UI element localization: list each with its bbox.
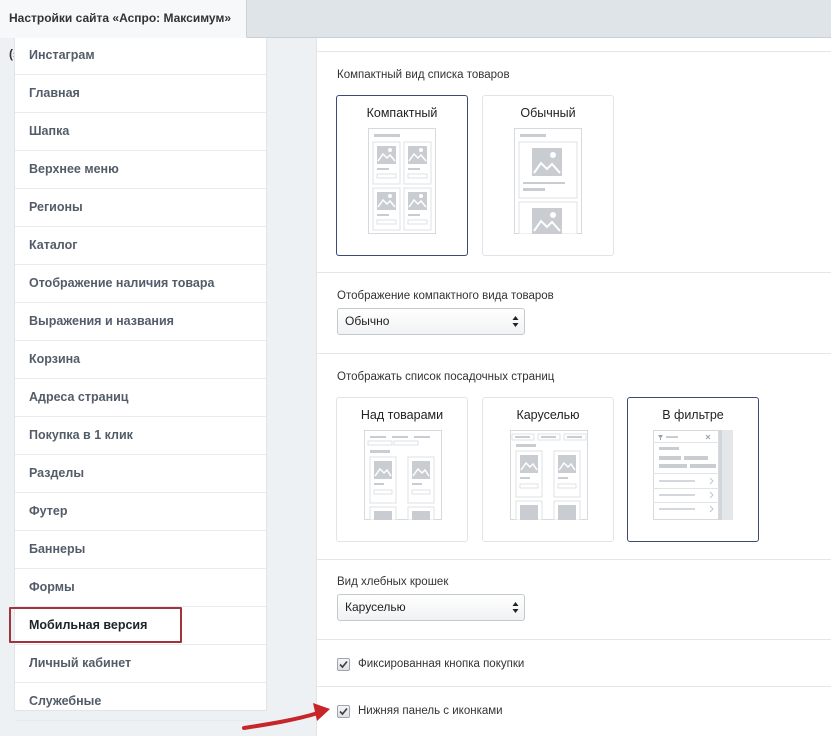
settings-window: Настройки сайта «Аспро: Максимум» (s1) И…: [0, 0, 831, 736]
sidebar-item-one-click[interactable]: Покупка в 1 клик: [15, 417, 266, 455]
fixed-buy-button-label: Фиксированная кнопка покупки: [358, 658, 525, 670]
sidebar-item-stock-display[interactable]: Отображение наличия товара: [15, 265, 266, 303]
option-in-filter-label: В фильтре: [662, 408, 724, 422]
tab-site-settings[interactable]: Настройки сайта «Аспро: Максимум» (s1): [0, 0, 247, 61]
sidebar-item-banners[interactable]: Баннеры: [15, 531, 266, 569]
sidebar-item-header[interactable]: Шапка: [15, 113, 266, 151]
compact-display-value: Обычно: [345, 314, 390, 328]
section-previous: [317, 38, 831, 52]
sidebar-item-top-menu[interactable]: Верхнее меню: [15, 151, 266, 189]
option-normal[interactable]: Обычный: [482, 95, 614, 256]
landing-pages-title: Отображать список посадочных страниц: [337, 371, 555, 383]
filter-preview-icon: [653, 430, 733, 520]
breadcrumbs-value: Каруселью: [345, 600, 406, 614]
sidebar-item-footer[interactable]: Футер: [15, 493, 266, 531]
sidebar-item-sections[interactable]: Разделы: [15, 455, 266, 493]
select-arrows-icon: [512, 316, 519, 327]
checkmark-icon: [339, 660, 348, 669]
carousel-preview-icon: [510, 430, 588, 520]
settings-main-panel: Компактный вид списка товаров Компактный: [316, 38, 831, 736]
compact-list-title: Компактный вид списка товаров: [337, 69, 510, 81]
section-compact-display: Отображение компактного вида товаров Обы…: [317, 273, 831, 354]
checkmark-icon: [339, 707, 348, 716]
option-compact-label: Компактный: [366, 106, 438, 120]
section-breadcrumbs: Вид хлебных крошек Каруселью: [317, 560, 831, 640]
breadcrumbs-title: Вид хлебных крошек: [337, 576, 449, 588]
section-fixed-buy-button: Фиксированная кнопка покупки: [317, 640, 831, 687]
breadcrumbs-select[interactable]: Каруселью: [337, 594, 525, 621]
bottom-panel-label: Нижняя панель с иконками: [358, 705, 503, 717]
fixed-buy-button-checkbox[interactable]: [337, 658, 350, 671]
sidebar-item-regions[interactable]: Регионы: [15, 189, 266, 227]
option-above-products-label: Над товарами: [360, 408, 444, 422]
bottom-panel-checkbox[interactable]: [337, 705, 350, 718]
above-products-preview-icon: [364, 430, 442, 520]
option-normal-label: Обычный: [520, 106, 576, 120]
sidebar-item-page-urls[interactable]: Адреса страниц: [15, 379, 266, 417]
sidebar-item-service[interactable]: Служебные: [15, 683, 266, 721]
sidebar-item-personal[interactable]: Личный кабинет: [15, 645, 266, 683]
sidebar-item-catalog[interactable]: Каталог: [15, 227, 266, 265]
option-above-products[interactable]: Над товарами: [336, 397, 468, 542]
option-carousel-label: Каруселью: [516, 408, 580, 422]
select-arrows-icon: [512, 602, 519, 613]
sidebar-item-mobile[interactable]: Мобильная версия: [15, 607, 266, 645]
sidebar-item-basket[interactable]: Корзина: [15, 341, 266, 379]
option-compact[interactable]: Компактный: [336, 95, 468, 256]
sidebar-item-forms[interactable]: Формы: [15, 569, 266, 607]
compact-display-title: Отображение компактного вида товаров: [337, 290, 554, 302]
section-bottom-panel: Нижняя панель с иконками: [317, 687, 831, 736]
sidebar-item-main[interactable]: Главная: [15, 75, 266, 113]
sidebar-item-instagram[interactable]: Инстаграм: [15, 38, 266, 75]
settings-sidebar: Инстаграм Главная Шапка Верхнее меню Рег…: [14, 38, 267, 721]
section-compact-list: Компактный вид списка товаров Компактный: [317, 52, 831, 273]
option-carousel[interactable]: Каруселью: [482, 397, 614, 542]
tab-bar: Настройки сайта «Аспро: Максимум» (s1): [0, 0, 831, 61]
list-preview-icon: [514, 128, 582, 234]
compact-grid-preview-icon: [368, 128, 436, 234]
sidebar-item-phrases[interactable]: Выражения и названия: [15, 303, 266, 341]
option-in-filter[interactable]: В фильтре: [627, 397, 759, 542]
section-landing-pages: Отображать список посадочных страниц Над…: [317, 354, 831, 560]
compact-display-select[interactable]: Обычно: [337, 308, 525, 335]
